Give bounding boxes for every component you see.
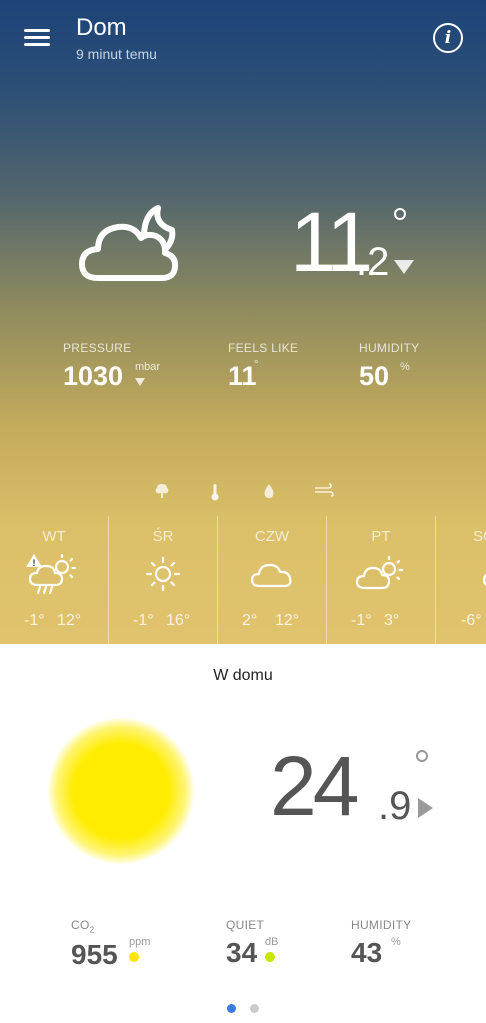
outdoor-humidity-value: 50 bbox=[359, 361, 390, 391]
outdoor-humidity-unit: % bbox=[400, 361, 410, 373]
co2-label-subscript: 2 bbox=[89, 925, 95, 935]
pressure-label: PRESSURE bbox=[63, 341, 132, 355]
forecast-high: 16° bbox=[166, 612, 191, 629]
noise-label: QUIET bbox=[226, 918, 265, 932]
forecast-day[interactable]: PT -1° 3° bbox=[327, 516, 436, 644]
co2-status-dot bbox=[129, 952, 139, 962]
forecast-day-name: PT bbox=[371, 528, 391, 545]
forecast-low: 2° bbox=[242, 612, 258, 629]
forecast-day-name: ŚR bbox=[152, 528, 174, 545]
trend-down-icon bbox=[394, 260, 414, 274]
last-update-text: 9 minut temu bbox=[76, 46, 157, 62]
drop-icon[interactable] bbox=[263, 483, 275, 499]
co2-value: 955 bbox=[71, 939, 118, 971]
menu-icon[interactable] bbox=[24, 26, 52, 48]
co2-stat: CO2 955 ppm bbox=[71, 918, 150, 971]
forecast-low: -1° bbox=[133, 612, 154, 629]
noise-value: 34 bbox=[226, 937, 258, 968]
feels-like-label: FEELS LIKE bbox=[228, 341, 299, 355]
pressure-trend-down-icon bbox=[135, 378, 145, 386]
outdoor-panel: Dom 9 minut temu i 11 .2 PRESSURE 1030 m… bbox=[0, 0, 486, 644]
forecast-high: 3° bbox=[384, 612, 400, 629]
feels-like-degree: ° bbox=[254, 359, 259, 371]
pressure-unit: mbar bbox=[135, 361, 161, 373]
feels-like-stat: FEELS LIKE 11 ° bbox=[228, 341, 298, 392]
forecast-strip[interactable]: WT ! -1° 12° ŚR -1° 16° CZW 2° 12° PT -1… bbox=[0, 516, 486, 644]
noise-unit: dB bbox=[265, 936, 279, 948]
wind-icon[interactable] bbox=[314, 483, 334, 497]
forecast-day[interactable]: SO -6° bbox=[436, 516, 486, 644]
cloud-sun-icon bbox=[355, 555, 404, 590]
forecast-low: -6° bbox=[461, 612, 482, 629]
forecast-day-name: WT bbox=[42, 528, 66, 545]
indoor-humidity-unit: % bbox=[391, 936, 401, 948]
co2-label: CO2 bbox=[71, 918, 95, 935]
forecast-high: 12° bbox=[275, 612, 300, 629]
indoor-humidity-label: HUMIDITY bbox=[351, 918, 412, 932]
trend-stable-icon bbox=[418, 798, 433, 818]
forecast-day[interactable]: WT ! -1° 12° bbox=[0, 516, 109, 644]
forecast-low: -1° bbox=[351, 612, 372, 629]
co2-unit: ppm bbox=[129, 936, 151, 948]
forecast-day[interactable]: CZW 2° 12° bbox=[218, 516, 327, 644]
page-indicator[interactable] bbox=[0, 1004, 486, 1016]
forecast-mode-selector bbox=[0, 481, 486, 503]
forecast-day-name: SO bbox=[473, 528, 486, 545]
pressure-value: 1030 bbox=[63, 361, 124, 391]
forecast-day[interactable]: ŚR -1° 16° bbox=[109, 516, 218, 644]
degree-symbol bbox=[416, 750, 428, 762]
page-dot[interactable] bbox=[250, 1004, 259, 1013]
info-icon[interactable]: i bbox=[433, 23, 463, 53]
outdoor-humidity-stat: HUMIDITY 50 % bbox=[359, 341, 419, 392]
sun-icon bbox=[145, 556, 181, 592]
air-quality-sun-indicator bbox=[48, 718, 194, 864]
degree-symbol bbox=[394, 208, 406, 220]
page-dot-active[interactable] bbox=[227, 1004, 236, 1013]
outdoor-temp-decimal: .2 bbox=[356, 240, 390, 284]
indoor-humidity-value: 43 bbox=[351, 937, 383, 968]
station-title: Dom bbox=[76, 14, 127, 41]
thermometer-icon[interactable] bbox=[210, 483, 220, 501]
cloud-rain-sun-alert-icon: ! bbox=[26, 553, 77, 595]
noise-status-dot bbox=[265, 952, 275, 962]
indoor-temp-decimal: .9 bbox=[378, 784, 412, 828]
feels-like-value: 11 bbox=[228, 361, 257, 391]
pressure-stat: PRESSURE 1030 mbar bbox=[63, 341, 160, 392]
cloud-moon-icon bbox=[79, 205, 179, 281]
cloud-icon bbox=[250, 563, 292, 588]
forecast-low: -1° bbox=[24, 612, 45, 629]
indoor-module-title: W domu bbox=[213, 667, 273, 684]
noise-stat: QUIET 34 dB bbox=[226, 918, 278, 969]
forecast-high: 12° bbox=[57, 612, 82, 629]
indoor-temp-integer: 24 bbox=[270, 739, 359, 833]
indoor-humidity-stat: HUMIDITY 43 % bbox=[351, 918, 411, 969]
outdoor-humidity-label: HUMIDITY bbox=[359, 341, 420, 355]
svg-text:!: ! bbox=[33, 558, 36, 568]
forecast-day-name: CZW bbox=[254, 528, 290, 545]
cloud-icon bbox=[482, 574, 486, 586]
tree-icon[interactable] bbox=[155, 483, 169, 499]
